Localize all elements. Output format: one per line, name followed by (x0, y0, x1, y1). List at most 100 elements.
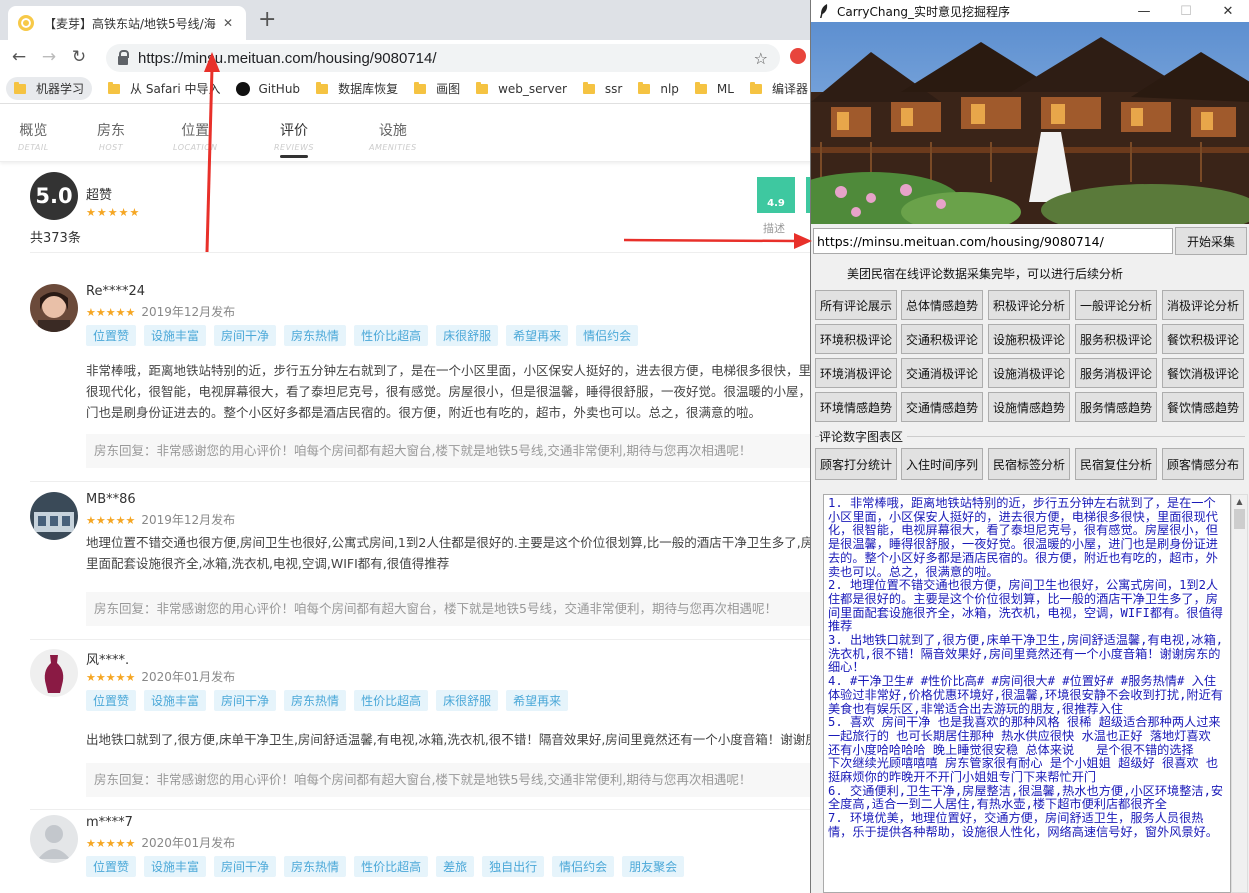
review-stars: ★★★★★ 2020年01月发布 (86, 834, 235, 851)
review-tag: 情侣约会 (576, 325, 639, 346)
scroll-up-icon[interactable]: ▲ (1232, 495, 1247, 509)
env-positive-button[interactable]: 环境积极评论 (815, 324, 897, 354)
maximize-icon[interactable]: ☐ (1165, 4, 1207, 19)
reload-icon[interactable]: ↻ (64, 47, 94, 67)
all-reviews-button[interactable]: 所有评论展示 (815, 290, 897, 320)
review-item: 风****. ★★★★★ 2020年01月发布 位置赞 设施丰富 房间干净 房东热情 性价… (30, 649, 812, 810)
bookmark-item[interactable]: 编译器 (749, 80, 808, 97)
service-positive-button[interactable]: 服务积极评论 (1075, 324, 1157, 354)
avatar (30, 492, 78, 540)
tab-host[interactable]: 房东 HOST (97, 120, 125, 152)
tab-label: 设施 (378, 123, 407, 139)
bookmark-item[interactable]: ML (694, 81, 734, 96)
review-date: 2019年12月发布 (141, 513, 236, 527)
folder-icon (582, 81, 595, 94)
tab-amenities[interactable]: 设施 AMENITIES (369, 120, 417, 152)
neutral-analysis-button[interactable]: 一般评论分析 (1075, 290, 1157, 320)
traffic-negative-button[interactable]: 交通消极评论 (901, 358, 983, 388)
bookmark-label: 数据库恢复 (338, 82, 399, 96)
review-tag: 房间干净 (214, 690, 277, 711)
service-trend-button[interactable]: 服务情感趋势 (1075, 392, 1157, 422)
bookmark-item[interactable]: 从 Safari 中导入 (108, 80, 220, 97)
facility-negative-button[interactable]: 设施消极评论 (988, 358, 1070, 388)
reviewer-name: m****7 (86, 815, 133, 830)
start-collect-button[interactable]: 开始采集 (1175, 227, 1247, 255)
negative-analysis-button[interactable]: 消极评论分析 (1162, 290, 1244, 320)
review-item: MB**86 ★★★★★ 2019年12月发布 地理位置不错交通也很方便,房间卫生… (30, 492, 812, 640)
folder-icon (316, 81, 329, 94)
tab-close-icon[interactable]: ✕ (220, 16, 236, 30)
browser-tab[interactable]: 【麦芽】高铁东站/地铁5号线/海 ✕ (8, 6, 246, 40)
review-tag: 房东热情 (284, 690, 347, 711)
tab-sublabel: DETAIL (18, 143, 49, 152)
env-trend-button[interactable]: 环境情感趋势 (815, 392, 897, 422)
tab-label: 概览 (19, 123, 48, 139)
bookmark-label: nlp (660, 81, 679, 96)
close-icon[interactable]: ✕ (1207, 4, 1249, 19)
scroll-thumb[interactable] (1234, 509, 1245, 529)
review-tag: 差旅 (436, 856, 475, 877)
env-negative-button[interactable]: 环境消极评论 (815, 358, 897, 388)
bookmark-label: 机器学习 (36, 82, 85, 96)
food-positive-button[interactable]: 餐饮积极评论 (1162, 324, 1244, 354)
bookmark-item[interactable]: GitHub (236, 81, 300, 96)
app-titlebar: CarryChang_实时意见挖掘程序 — ☐ ✕ (811, 0, 1249, 22)
bookmark-item[interactable]: ssr (582, 81, 622, 96)
star-bookmark-icon[interactable]: ☆ (754, 49, 768, 68)
bookmark-item[interactable]: web_server (476, 81, 567, 96)
bookmarks-bar: 机器学习 从 Safari 中导入 GitHub 数据库恢复 画图 web_se… (0, 74, 812, 104)
review-item: m****7 ★★★★★ 2020年01月发布 位置赞 设施丰富 房间干净 房东热情 性价… (30, 815, 812, 893)
bookmark-item[interactable]: 机器学习 (6, 77, 93, 100)
review-text: 非常棒哦，距离地铁站特别的近，步行五分钟左右就到了，是在一个小区里面，小区保安人… (86, 363, 812, 420)
checkin-timeseries-button[interactable]: 入住时间序列 (901, 448, 983, 480)
reviewer-name: Re****24 (86, 284, 145, 299)
revisit-analysis-button[interactable]: 民宿复住分析 (1075, 448, 1157, 480)
review-tag: 性价比超高 (354, 690, 429, 711)
traffic-positive-button[interactable]: 交通积极评论 (901, 324, 983, 354)
tag-analysis-button[interactable]: 民宿标签分析 (988, 448, 1070, 480)
review-tag: 性价比超高 (354, 325, 429, 346)
bookmark-label: 编译器 (771, 82, 808, 96)
review-tags: 位置赞 设施丰富 房间干净 房东热情 性价比超高 床很舒服 希望再来 (86, 690, 576, 711)
review-text: 地理位置不错交通也很方便,房间卫生也很好,公寓式房间,1到2人住都是很好的.主要… (86, 535, 812, 571)
food-negative-button[interactable]: 餐饮消极评论 (1162, 358, 1244, 388)
web-page: 概览 DETAIL 房东 HOST 位置 LOCATION 评价 REVIEWS (0, 104, 812, 893)
positive-analysis-button[interactable]: 积极评论分析 (988, 290, 1070, 320)
output-textarea[interactable]: 1. 非常棒哦，距离地铁站特别的近，步行五分钟左右就到了，是在一个小区里面，小区… (823, 494, 1231, 893)
bookmark-item[interactable]: 数据库恢复 (316, 80, 398, 97)
status-message: 美团民宿在线评论数据采集完毕，可以进行后续分析 (847, 267, 1124, 281)
forward-arrow-icon[interactable]: → (34, 47, 64, 67)
divider (30, 252, 812, 253)
facility-trend-button[interactable]: 设施情感趋势 (988, 392, 1070, 422)
facility-positive-button[interactable]: 设施积极评论 (988, 324, 1070, 354)
overall-sentiment-trend-button[interactable]: 总体情感趋势 (901, 290, 983, 320)
minimize-icon[interactable]: — (1123, 4, 1165, 19)
folder-icon (14, 81, 26, 94)
traffic-trend-button[interactable]: 交通情感趋势 (901, 392, 983, 422)
rating-stats-button[interactable]: 顾客打分统计 (815, 448, 897, 480)
tab-detail[interactable]: 概览 DETAIL (18, 120, 49, 152)
tab-sublabel: REVIEWS (274, 143, 314, 152)
url-input[interactable]: https://minsu.meituan.com/housing/908071… (813, 228, 1173, 254)
bookmark-item[interactable]: nlp (638, 81, 679, 96)
divider (30, 481, 812, 482)
review-tag: 位置赞 (86, 325, 137, 346)
tab-location[interactable]: 位置 LOCATION (173, 120, 218, 152)
service-negative-button[interactable]: 服务消极评论 (1075, 358, 1157, 388)
bookmark-item[interactable]: 画图 (414, 80, 460, 97)
extension-icon[interactable] (790, 48, 806, 64)
new-tab-icon[interactable]: + (258, 8, 276, 32)
back-arrow-icon[interactable]: ← (4, 47, 34, 67)
sentiment-distribution-button[interactable]: 顾客情感分布 (1162, 448, 1244, 480)
review-tags: 位置赞 设施丰富 房间干净 房东热情 性价比超高 床很舒服 希望再来 情侣约会 (86, 325, 646, 346)
github-icon (236, 81, 251, 96)
review-tag: 房间干净 (214, 856, 277, 877)
output-scrollbar[interactable]: ▲ (1231, 494, 1248, 893)
tab-reviews[interactable]: 评价 REVIEWS (274, 120, 314, 158)
address-bar-url[interactable]: https://minsu.meituan.com/housing/908071… (138, 50, 754, 67)
review-date: 2020年01月发布 (141, 670, 236, 684)
tab-label: 评价 (280, 123, 308, 139)
food-trend-button[interactable]: 餐饮情感趋势 (1162, 392, 1244, 422)
rating-summary: 5.0 超赞 ★★★★★ 共373条 (30, 172, 139, 246)
address-bar[interactable]: https://minsu.meituan.com/housing/908071… (106, 44, 780, 72)
